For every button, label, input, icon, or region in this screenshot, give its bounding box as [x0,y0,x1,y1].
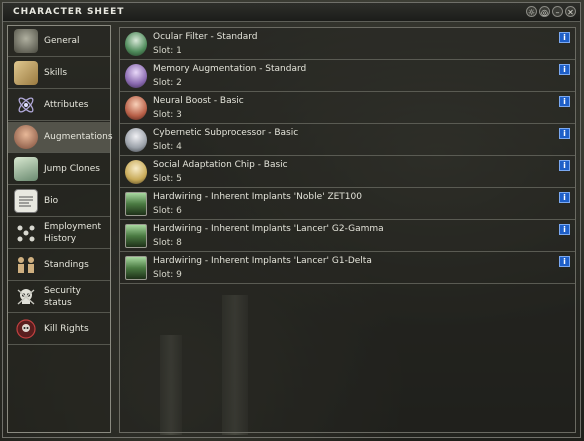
sidebar-item-bio[interactable]: Bio [8,186,110,217]
hardwiring-icon [125,192,147,216]
info-icon[interactable]: i [559,160,570,171]
implant-name: Social Adaptation Chip - Basic [153,160,288,170]
hardwiring-icon [125,224,147,248]
sidebar-item-augmentations[interactable]: Augmentations [8,122,113,153]
grey-head-icon [125,128,147,152]
implant-name: Cybernetic Subprocessor - Basic [153,128,299,138]
sidebar-item-jump-clones[interactable]: Jump Clones [8,154,110,185]
list-item[interactable]: Ocular Filter - Standard Slot: 1 i [120,28,575,60]
implant-name: Hardwiring - Inherent Implants 'Lancer' … [153,224,384,234]
info-icon[interactable]: i [559,128,570,139]
sidebar-item-label: Jump Clones [44,164,100,174]
implant-name: Hardwiring - Inherent Implants 'Noble' Z… [153,192,362,202]
list-item[interactable]: Hardwiring - Inherent Implants 'Lancer' … [120,252,575,284]
corporation-icon [14,221,38,245]
pin-icon[interactable]: ◎ [539,6,550,17]
implant-slot: Slot: 3 [153,110,182,120]
sidebar-item-label: Skills [44,68,68,78]
info-icon[interactable]: i [559,256,570,267]
implant-slot: Slot: 9 [153,270,182,280]
implant-slot: Slot: 8 [153,238,182,248]
window-title: CHARACTER SHEET [13,7,125,17]
sidebar-item-kill-rights[interactable]: Kill Rights [8,314,110,345]
implant-name: Neural Boost - Basic [153,96,244,106]
scroll-icon [14,61,38,85]
list-item[interactable]: Neural Boost - Basic Slot: 3 i [120,92,575,124]
security-skull-icon [14,285,38,309]
info-icon[interactable]: i [559,192,570,203]
sidebar: General Skills Attributes Augmentations … [7,25,113,433]
portrait-icon [14,29,38,53]
implant-slot: Slot: 1 [153,46,182,56]
close-icon[interactable]: ✕ [565,6,576,17]
title-bar[interactable]: CHARACTER SHEET ☼ ◎ – ✕ [3,3,580,22]
info-icon[interactable]: i [559,96,570,107]
standings-icon [14,253,38,277]
implant-name: Memory Augmentation - Standard [153,64,307,74]
green-head-icon [125,32,147,56]
settings-icon[interactable]: ☼ [526,6,537,17]
hardwiring-icon [125,256,147,280]
minimize-icon[interactable]: – [552,6,563,17]
sidebar-item-label: Bio [44,196,59,206]
kill-rights-icon [14,317,38,341]
sidebar-item-label: Attributes [44,100,89,110]
implant-slot: Slot: 5 [153,174,182,184]
implant-slot: Slot: 6 [153,206,182,216]
list-item[interactable]: Hardwiring - Inherent Implants 'Lancer' … [120,220,575,252]
list-item[interactable]: Cybernetic Subprocessor - Basic Slot: 4 … [120,124,575,156]
sidebar-item-employment-history[interactable]: Employment History [8,218,110,249]
red-head-icon [125,96,147,120]
list-item[interactable]: Social Adaptation Chip - Basic Slot: 5 i [120,156,575,188]
sidebar-item-label: Standings [44,260,89,270]
sidebar-item-label: Security status [44,286,81,308]
sidebar-item-label: Employment History [44,222,102,244]
info-icon[interactable]: i [559,32,570,43]
sidebar-item-standings[interactable]: Standings [8,250,110,281]
info-icon[interactable]: i [559,64,570,75]
sidebar-item-label: Augmentations [44,132,113,142]
sidebar-item-skills[interactable]: Skills [8,58,110,89]
sidebar-item-label: Kill Rights [44,324,89,334]
sidebar-item-general[interactable]: General [8,26,110,57]
implant-name: Hardwiring - Inherent Implants 'Lancer' … [153,256,372,266]
gold-head-icon [125,160,147,184]
implant-head-icon [14,125,38,149]
sidebar-item-attributes[interactable]: Attributes [8,90,110,121]
clone-pod-icon [14,157,38,181]
document-icon [14,189,38,213]
purple-head-icon [125,64,147,88]
implant-slot: Slot: 2 [153,78,182,88]
list-item[interactable]: Memory Augmentation - Standard Slot: 2 i [120,60,575,92]
window-controls: ☼ ◎ – ✕ [526,6,576,17]
list-item[interactable]: Hardwiring - Inherent Implants 'Noble' Z… [120,188,575,220]
implant-slot: Slot: 4 [153,142,182,152]
sidebar-item-label: General [44,36,80,46]
info-icon[interactable]: i [559,224,570,235]
sidebar-item-security-status[interactable]: Security status [8,282,110,313]
augmentations-list: Ocular Filter - Standard Slot: 1 i Memor… [119,27,576,433]
atom-icon [14,93,38,117]
implant-name: Ocular Filter - Standard [153,32,258,42]
